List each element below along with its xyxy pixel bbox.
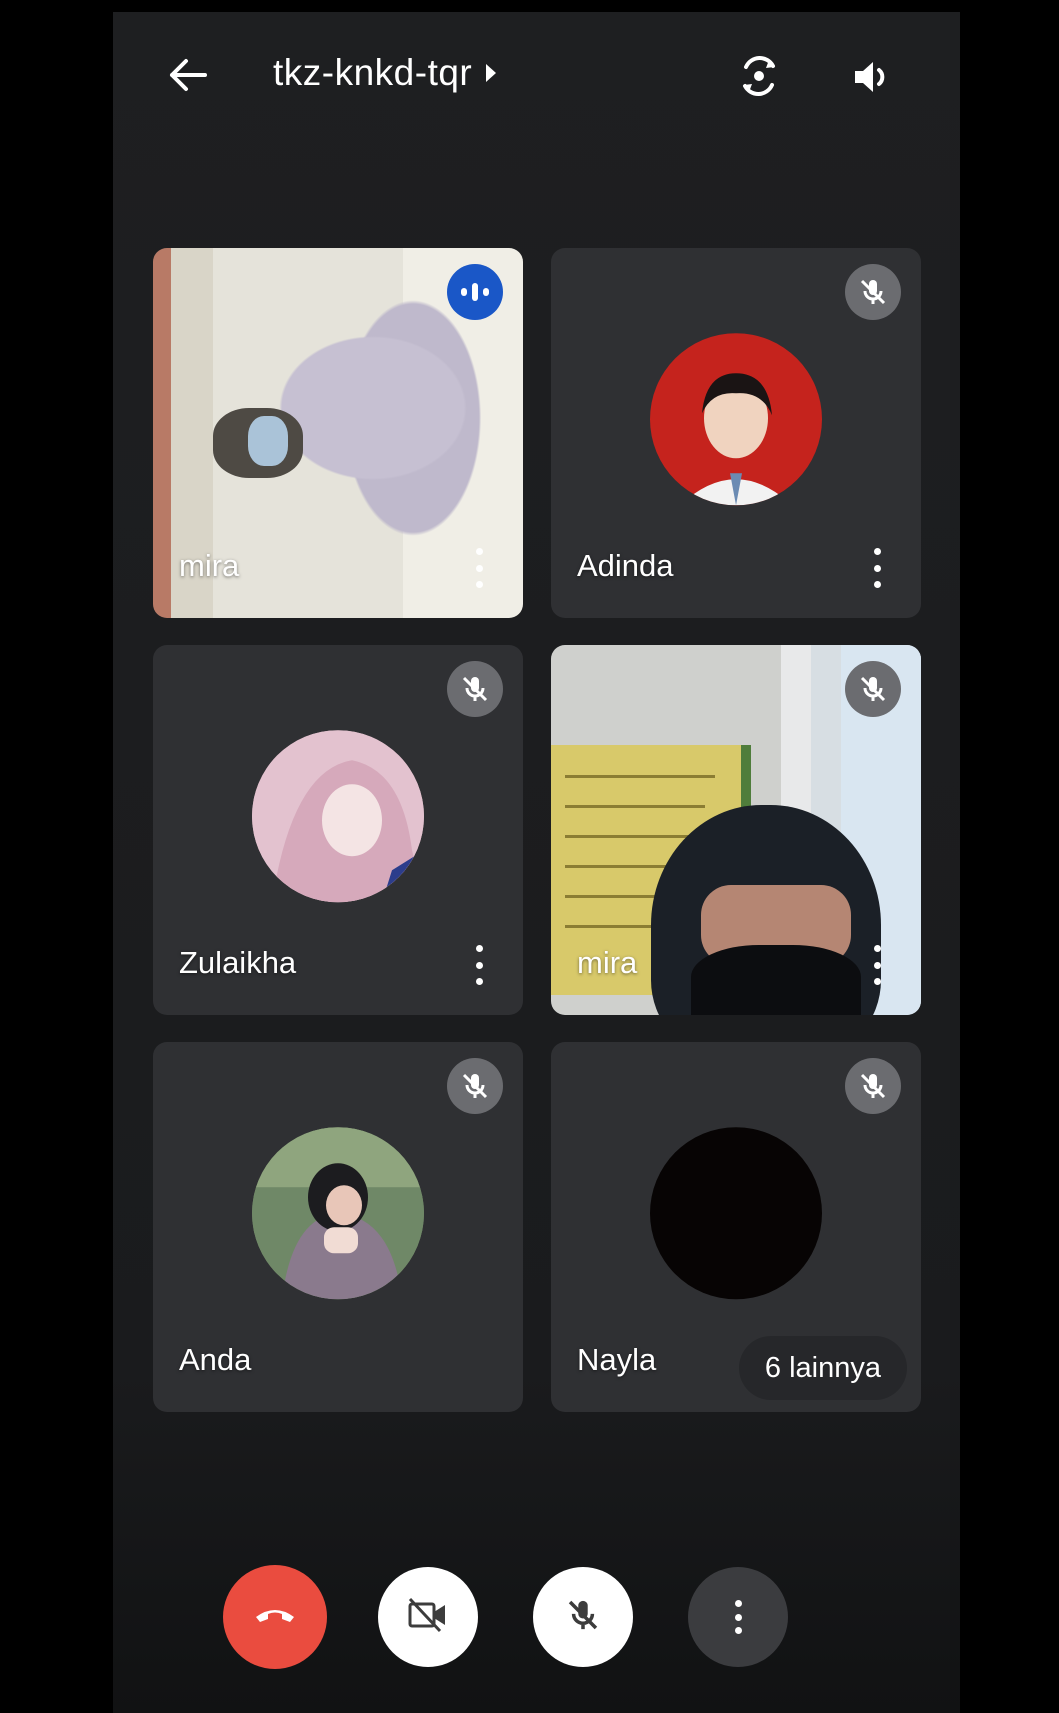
more-vert-icon[interactable]: [867, 945, 887, 985]
more-vert-icon[interactable]: [867, 548, 887, 588]
mic-off-icon: [563, 1595, 603, 1640]
meeting-code: tkz-knkd-tqr: [273, 52, 473, 93]
meeting-title[interactable]: tkz-knkd-tqr: [273, 52, 497, 94]
avatar: [252, 730, 424, 903]
participant-tile[interactable]: mira: [153, 248, 523, 618]
participant-name: Zulaikha: [179, 945, 297, 980]
camera-off-icon: [405, 1595, 451, 1640]
participant-tile[interactable]: mira: [551, 645, 921, 1015]
mic-toggle-button[interactable]: [533, 1567, 633, 1667]
mic-off-icon: [845, 264, 901, 320]
more-vert-icon[interactable]: [469, 945, 489, 985]
participant-tile[interactable]: Anda: [153, 1042, 523, 1412]
switch-camera-icon[interactable]: [733, 50, 785, 102]
caret-right-icon: [486, 64, 497, 82]
participant-name: mira: [179, 548, 240, 583]
avatar: [650, 1127, 822, 1300]
mic-off-icon: [845, 661, 901, 717]
more-participants-button[interactable]: 6 lainnya: [738, 1336, 907, 1400]
avatar: [650, 333, 822, 506]
top-bar: tkz-knkd-tqr: [113, 12, 960, 122]
back-arrow-icon[interactable]: [163, 50, 213, 100]
meet-call-screen: tkz-knkd-tqr mira Adinda Zulaikha mira A…: [113, 12, 960, 1713]
speaker-icon[interactable]: [848, 52, 898, 102]
participant-name: Anda: [179, 1342, 252, 1377]
end-call-icon: [253, 1603, 297, 1632]
participant-name: Nayla: [577, 1342, 657, 1377]
camera-toggle-button[interactable]: [378, 1567, 478, 1667]
avatar: [252, 1127, 424, 1300]
end-call-button[interactable]: [223, 1565, 327, 1669]
participant-name: Adinda: [577, 548, 674, 583]
participant-name: mira: [577, 945, 638, 980]
more-options-button[interactable]: [688, 1567, 788, 1667]
participant-tile[interactable]: Nayla 6 lainnya: [551, 1042, 921, 1412]
more-vert-icon[interactable]: [469, 548, 489, 588]
participant-tile[interactable]: Zulaikha: [153, 645, 523, 1015]
speaking-indicator-icon: [447, 264, 503, 320]
more-options-icon: [728, 1600, 748, 1634]
mic-off-icon: [447, 661, 503, 717]
mic-off-icon: [447, 1058, 503, 1114]
mic-off-icon: [845, 1058, 901, 1114]
participant-tile[interactable]: Adinda: [551, 248, 921, 618]
